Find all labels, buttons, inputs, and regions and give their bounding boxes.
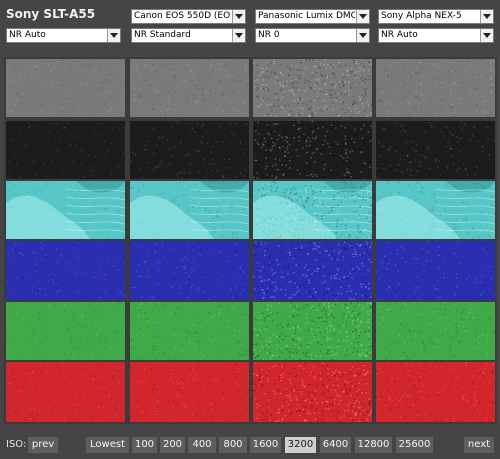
- camera-select-col4[interactable]: Sony Alpha NEX-5: [378, 9, 494, 24]
- camera-select-col3-value: Panasonic Lumix DMC-G: [258, 11, 355, 21]
- sample-gray-col2: [130, 59, 249, 117]
- sample-blue-col1: [6, 241, 125, 300]
- sample-black-col4: [376, 121, 495, 179]
- nr-select-col3-value: NR 0: [258, 30, 280, 40]
- iso-1600-button[interactable]: 1600: [250, 437, 281, 453]
- iso-200-button[interactable]: 200: [160, 437, 185, 453]
- iso-400-button[interactable]: 400: [188, 437, 216, 453]
- sample-portrait-cyan-col2: [130, 181, 249, 239]
- nr-select-col2[interactable]: NR Standard: [131, 28, 246, 43]
- camera-title: Sony SLT-A55: [6, 7, 96, 21]
- camera-select-col4-value: Sony Alpha NEX-5: [381, 11, 462, 21]
- camera-select-col2-value: Canon EOS 550D (EOS R: [134, 11, 231, 21]
- sample-black-col3: [253, 121, 372, 179]
- nr-select-col1-value: NR Auto: [9, 30, 46, 40]
- chevron-down-icon: [480, 29, 493, 42]
- sample-red-col4: [376, 362, 495, 422]
- sample-red-col1: [6, 362, 125, 422]
- sample-blue-col4: [376, 241, 495, 300]
- chevron-down-icon: [356, 10, 369, 23]
- sample-black-col1: [6, 121, 125, 179]
- sample-green-col4: [376, 302, 495, 360]
- sample-portrait-cyan-col4: [376, 181, 495, 239]
- nr-select-col2-value: NR Standard: [134, 30, 191, 40]
- chevron-down-icon: [232, 29, 245, 42]
- nr-select-col4-value: NR Auto: [381, 30, 418, 40]
- camera-select-col2[interactable]: Canon EOS 550D (EOS R: [131, 9, 246, 24]
- chevron-down-icon: [232, 10, 245, 23]
- chevron-down-icon: [356, 29, 369, 42]
- sample-green-col2: [130, 302, 249, 360]
- sample-red-col3: [253, 362, 372, 422]
- sample-blue-col2: [130, 241, 249, 300]
- sample-black-col2: [130, 121, 249, 179]
- sample-gray-col1: [6, 59, 125, 117]
- iso-6400-button[interactable]: 6400: [320, 437, 351, 453]
- prev-button[interactable]: prev: [28, 437, 58, 453]
- sample-gray-col3: [253, 59, 372, 117]
- nr-select-col1[interactable]: NR Auto: [6, 28, 121, 43]
- iso-100-button[interactable]: 100: [132, 437, 157, 453]
- chevron-down-icon: [480, 10, 493, 23]
- sample-green-col3: [253, 302, 372, 360]
- camera-select-col3[interactable]: Panasonic Lumix DMC-G: [255, 9, 370, 24]
- comparison-grid: [4, 57, 497, 424]
- sample-green-col1: [6, 302, 125, 360]
- sample-gray-col4: [376, 59, 495, 117]
- iso-25600-button[interactable]: 25600: [396, 437, 433, 453]
- sample-blue-col3: [253, 241, 372, 300]
- lowest-button[interactable]: Lowest: [86, 437, 129, 453]
- iso-3200-button[interactable]: 3200: [285, 437, 316, 453]
- iso-800-button[interactable]: 800: [219, 437, 247, 453]
- chevron-down-icon: [107, 29, 120, 42]
- nr-select-col3[interactable]: NR 0: [255, 28, 370, 43]
- sample-portrait-cyan-col3: [253, 181, 372, 239]
- next-button[interactable]: next: [464, 437, 494, 453]
- sample-red-col2: [130, 362, 249, 422]
- iso-12800-button[interactable]: 12800: [355, 437, 392, 453]
- nr-select-col4[interactable]: NR Auto: [378, 28, 494, 43]
- sample-portrait-cyan-col1: [6, 181, 125, 239]
- iso-label: ISO:: [6, 439, 27, 450]
